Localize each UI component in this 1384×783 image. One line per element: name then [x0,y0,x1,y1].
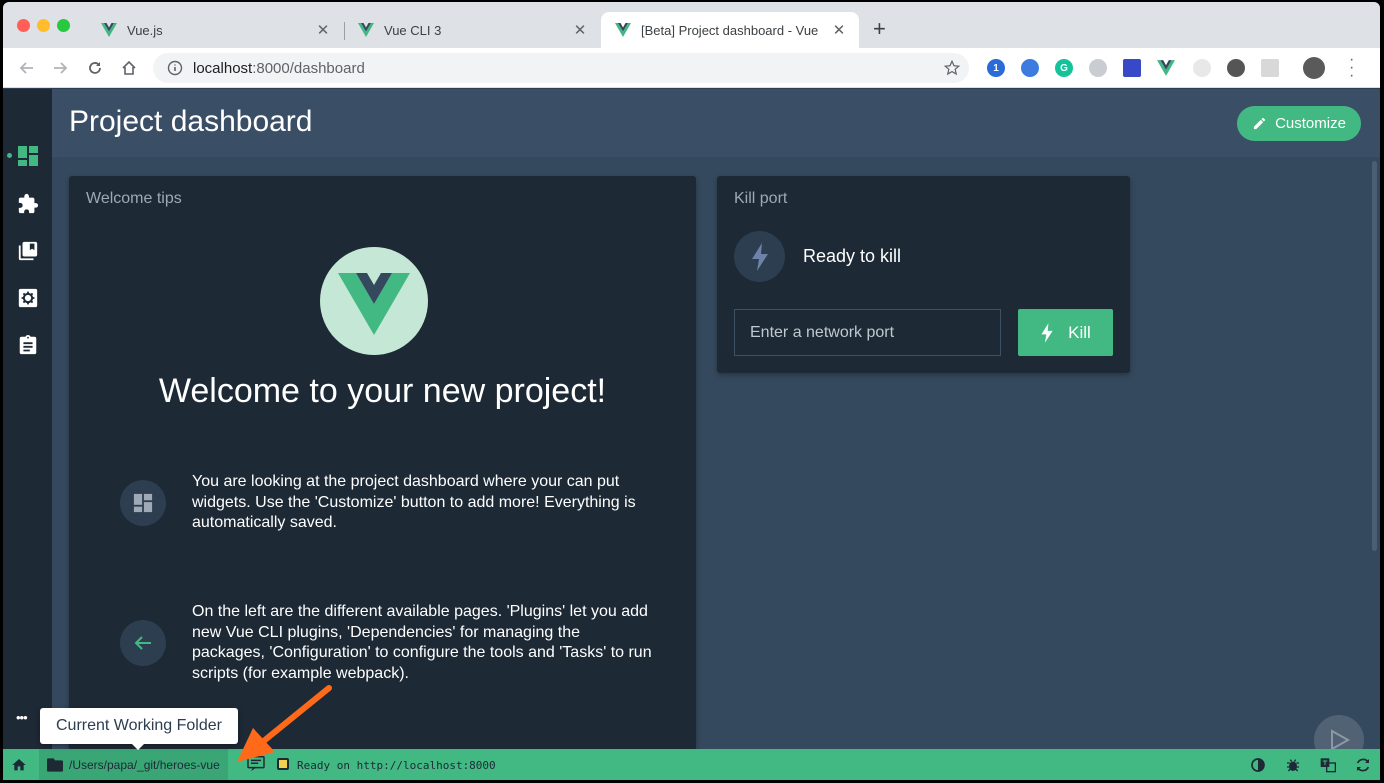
browser-menu-icon[interactable]: · · · [1349,52,1354,84]
bookmark-star-icon[interactable] [943,59,961,77]
scrollbar[interactable] [1372,161,1377,551]
url-path: :8000/dashboard [252,59,365,77]
tab-label: Vue CLI 3 [384,22,442,38]
home-icon[interactable] [11,757,27,773]
folder-path: /Users/papa/_git/heroes-vue [69,757,220,772]
extension-icon[interactable] [1123,59,1141,77]
sidebar-item-dashboard[interactable] [15,143,41,169]
lightning-icon [1041,322,1053,343]
card-title: Welcome tips [86,190,182,207]
network-port-input[interactable] [734,309,1001,356]
kill-status: Ready to kill [734,231,901,282]
tip-icon-circle [120,620,166,666]
status-bar: /Users/papa/_git/heroes-vue Ready on htt… [3,749,1380,780]
url-host: localhost [193,59,253,77]
page-header: Project dashboard Customize [52,89,1380,157]
close-window-button[interactable] [17,19,30,32]
sidebar [3,89,52,749]
arrow-back-icon [19,62,33,74]
plugins-icon [18,193,39,214]
lightning-icon [751,242,768,271]
tip-text: You are looking at the project dashboard… [192,473,636,531]
extension-icon[interactable] [1227,59,1245,77]
extension-icon[interactable] [1021,59,1039,77]
card-title: Kill port [734,190,788,207]
dependencies-icon [18,241,38,261]
home-icon [122,60,136,75]
status-icon-circle [734,231,785,282]
page-title: Project dashboard [69,105,313,138]
home-button[interactable] [119,58,139,78]
kill-button[interactable]: Kill [1018,309,1113,356]
customize-button[interactable]: Customize [1237,106,1361,141]
forward-button[interactable] [51,58,71,78]
kill-port-card: Kill port Ready to kill Kill [717,176,1130,373]
tip-item: You are looking at the project dashboard… [120,472,652,534]
tab-label: [Beta] Project dashboard - Vue [641,22,819,38]
pencil-icon [1253,117,1266,130]
tab-bar: Vue.js ✕ Vue CLI 3 ✕ [Beta] Project dash… [3,2,1380,48]
1password-icon[interactable]: 1 [987,59,1005,77]
tab-project-dashboard[interactable]: [Beta] Project dashboard - Vue ✕ [601,12,859,48]
arrow-left-icon [134,636,151,650]
vue-logo-icon [615,23,631,37]
sidebar-item-dependencies[interactable] [15,238,41,264]
customize-label: Customize [1275,115,1346,132]
address-bar[interactable]: localhost:8000/dashboard [153,53,969,83]
extension-icon[interactable] [1193,59,1211,77]
browser-toolbar: localhost:8000/dashboard 1 G · · · [3,48,1380,88]
annotation-arrow-icon [237,685,332,762]
tab-label: Vue.js [127,22,163,38]
widgets-icon [133,493,153,512]
maximize-window-button[interactable] [57,19,70,32]
sidebar-item-tasks[interactable] [15,332,41,358]
dashboard-icon [18,146,38,166]
extension-icon[interactable] [1261,59,1279,77]
close-tab-icon[interactable]: ✕ [315,21,331,39]
tab-vuejs[interactable]: Vue.js ✕ [87,12,343,48]
tooltip-text: Current Working Folder [56,717,222,734]
tip-item: On the left are the different available … [120,602,652,684]
grammarly-icon[interactable]: G [1055,59,1073,77]
new-tab-button[interactable]: + [873,18,886,40]
back-button[interactable] [16,58,36,78]
minimize-window-button[interactable] [37,19,50,32]
dark-mode-icon[interactable] [1250,757,1266,773]
vue-logo-icon [101,23,117,37]
active-indicator [7,153,12,158]
tab-vue-cli[interactable]: Vue CLI 3 ✕ [344,12,600,48]
extension-icon[interactable] [1089,59,1107,77]
tasks-icon [19,334,37,355]
profile-avatar[interactable] [1303,57,1325,79]
welcome-heading: Welcome to your new project! [158,372,607,410]
more-options-icon[interactable]: ••• [16,710,28,725]
configuration-icon [18,288,38,308]
reload-icon [89,62,101,74]
tooltip: Current Working Folder [40,708,238,750]
vue-logo-icon [358,23,374,37]
tip-text: On the left are the different available … [192,603,652,682]
kill-status-text: Ready to kill [803,246,902,266]
main-content: Project dashboard Customize Welcome tips… [52,89,1380,765]
translate-icon[interactable] [1320,757,1336,773]
sidebar-item-plugins[interactable] [15,191,41,217]
close-tab-icon[interactable]: ✕ [831,21,847,39]
close-tab-icon[interactable]: ✕ [572,21,588,39]
reload-button[interactable] [85,58,105,78]
info-icon[interactable] [167,60,183,76]
folder-icon [47,757,63,772]
kill-button-label: Kill [1068,322,1091,342]
tip-icon-circle [120,479,166,526]
refresh-icon[interactable] [1355,757,1371,773]
vue-devtools-icon[interactable] [1157,59,1175,77]
arrow-forward-icon [54,62,68,74]
bug-report-icon[interactable] [1285,757,1301,773]
vue-logo-icon [320,247,428,355]
current-folder-button[interactable]: /Users/papa/_git/heroes-vue [39,749,228,780]
welcome-tips-card: Welcome tips Welcome to your new project… [69,176,696,751]
browser-window: Vue.js ✕ Vue CLI 3 ✕ [Beta] Project dash… [3,2,1380,780]
sidebar-item-configuration[interactable] [15,285,41,311]
